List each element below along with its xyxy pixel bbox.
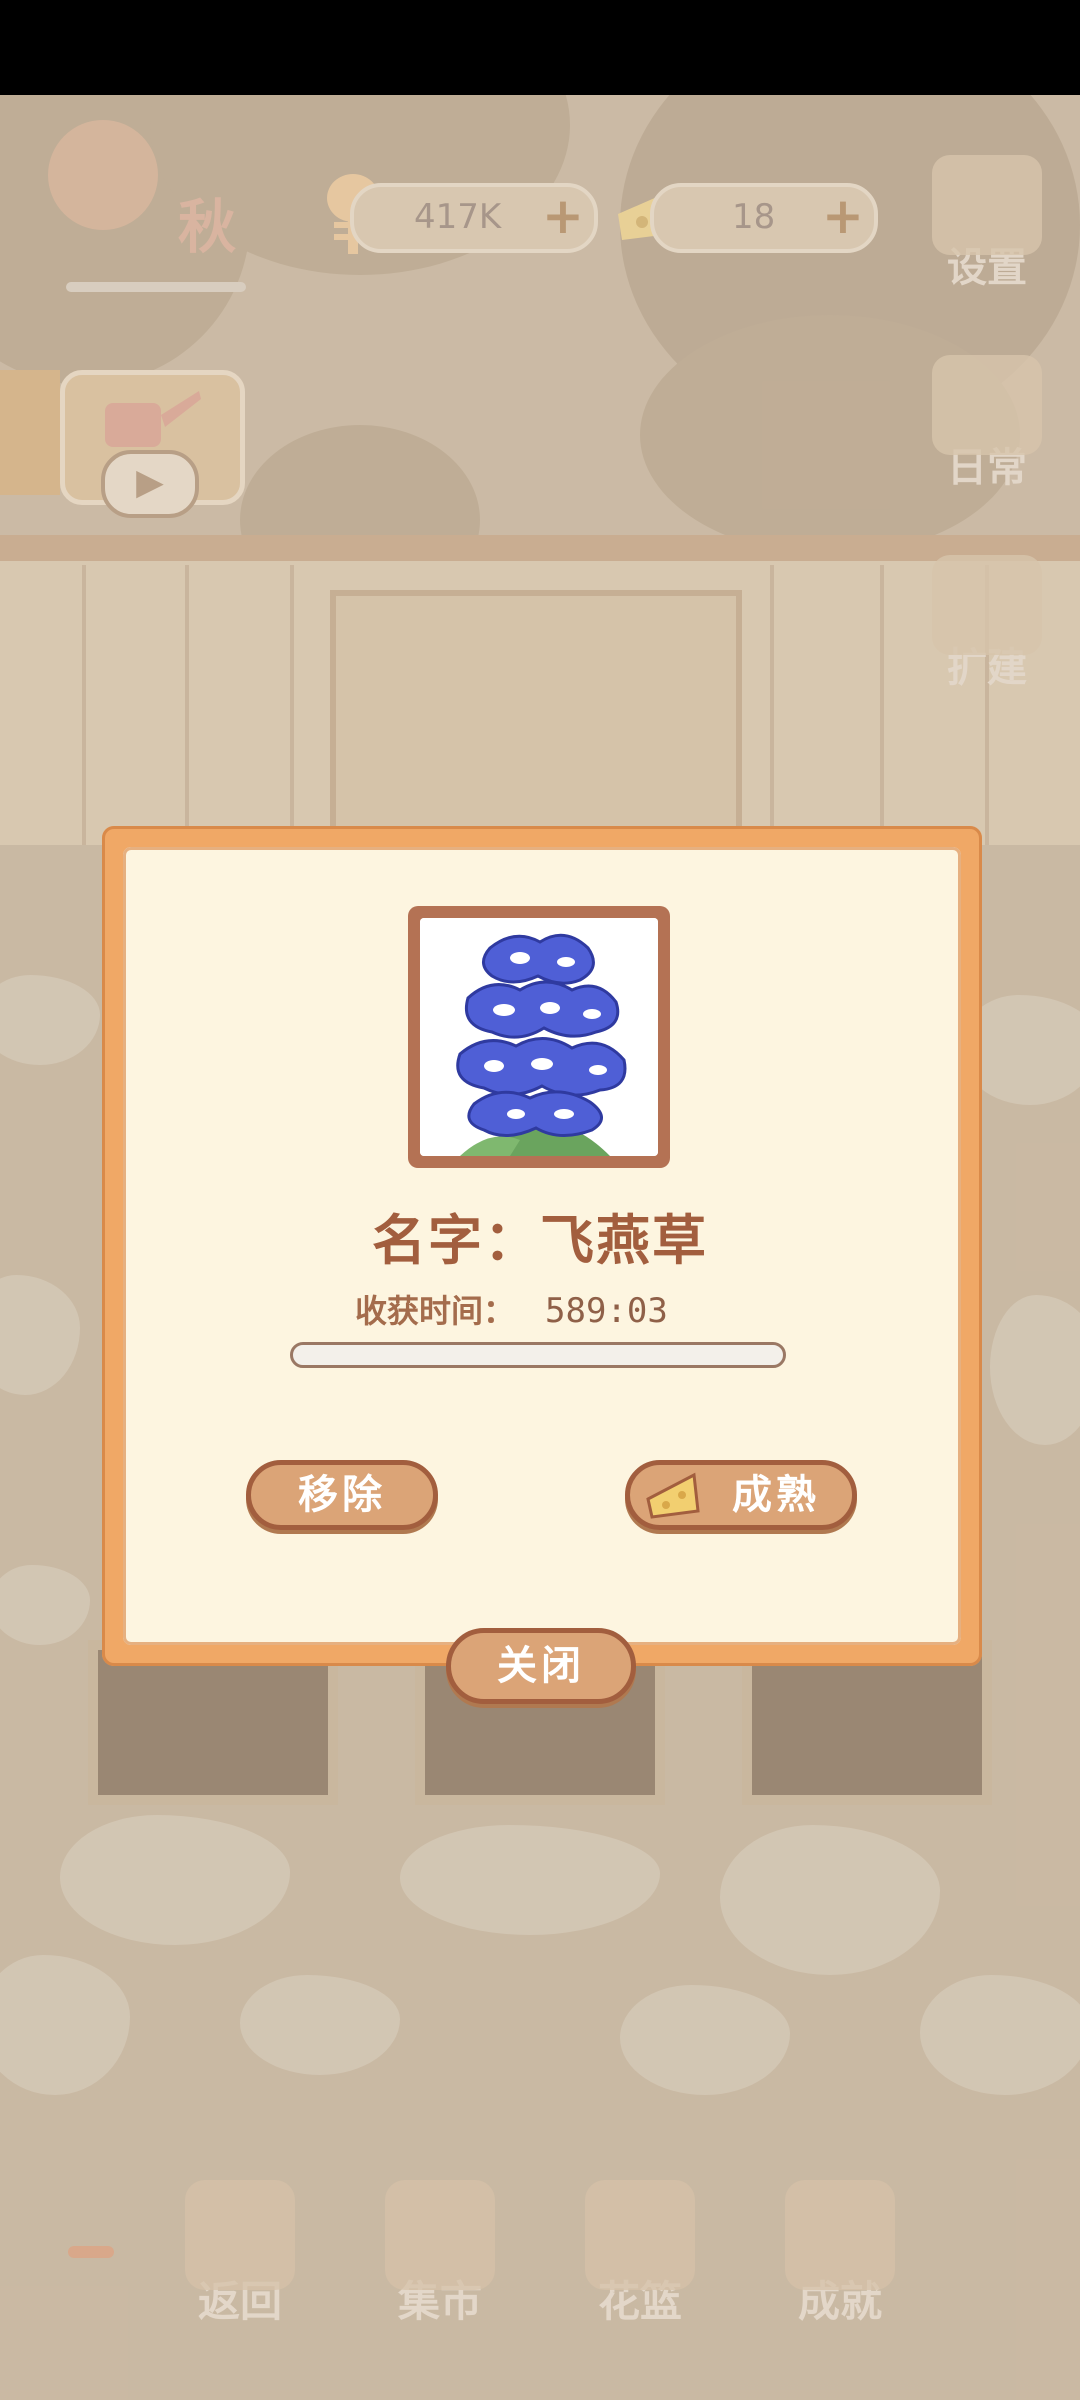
trophy-icon: [785, 2180, 895, 2290]
status-bar: [0, 0, 1080, 95]
growth-progress-bar: [290, 1342, 786, 1368]
watering-can-icon: [105, 391, 201, 447]
nav-flower-basket[interactable]: 花篮: [570, 2180, 710, 2329]
fish-currency-pill: 417K +: [350, 183, 598, 253]
nav-market[interactable]: 集市: [370, 2180, 510, 2329]
door-icon: [185, 2180, 295, 2290]
play-icon: ▶: [101, 450, 199, 518]
name-label: 名字：: [372, 1209, 540, 1272]
flower-name: 飞燕草: [540, 1209, 708, 1272]
gear-icon: [932, 155, 1042, 255]
season-badge: 秋: [38, 120, 268, 292]
watering-video-button[interactable]: ▶: [60, 370, 245, 518]
add-cheese-button[interactable]: +: [818, 191, 868, 243]
cheese-currency-value: 18: [732, 197, 776, 237]
watering-tab: [0, 370, 60, 495]
cheese-currency-pill: 18 +: [650, 183, 878, 253]
harvest-label: 收获时间：: [355, 1292, 516, 1330]
larkspur-illustration: [420, 918, 658, 1156]
nav-achievement[interactable]: 成就: [770, 2180, 910, 2329]
harvest-time-value: 589:03: [545, 1291, 668, 1331]
flower-name-line: 名字：飞燕草: [0, 1196, 1080, 1275]
expand-button[interactable]: 扩建: [922, 555, 1052, 693]
season-progress: [66, 282, 246, 292]
settings-button[interactable]: 设置: [922, 155, 1052, 293]
close-button[interactable]: 关闭: [446, 1628, 636, 1704]
hammer-icon: [932, 555, 1042, 655]
harvest-time-line: 收获时间： 589:03: [355, 1286, 668, 1332]
daily-button[interactable]: 日常: [922, 355, 1052, 493]
remove-button[interactable]: 移除: [246, 1460, 438, 1530]
mature-button-label: 成熟: [732, 1472, 820, 1518]
flower-portrait: [420, 918, 658, 1156]
nav-back[interactable]: 返回: [170, 2180, 310, 2329]
fish-currency-value: 417K: [414, 197, 502, 237]
collapse-handle[interactable]: [68, 2246, 114, 2258]
scroll-icon: [932, 355, 1042, 455]
season-label: 秋: [178, 193, 237, 261]
add-fish-button[interactable]: +: [538, 191, 588, 243]
cheese-icon: [646, 1472, 700, 1519]
flower-portrait-frame: [408, 906, 670, 1168]
basket-icon: [585, 2180, 695, 2290]
mature-button[interactable]: 成熟: [625, 1460, 857, 1530]
tree-icon: [48, 120, 158, 230]
market-stall-icon: [385, 2180, 495, 2290]
